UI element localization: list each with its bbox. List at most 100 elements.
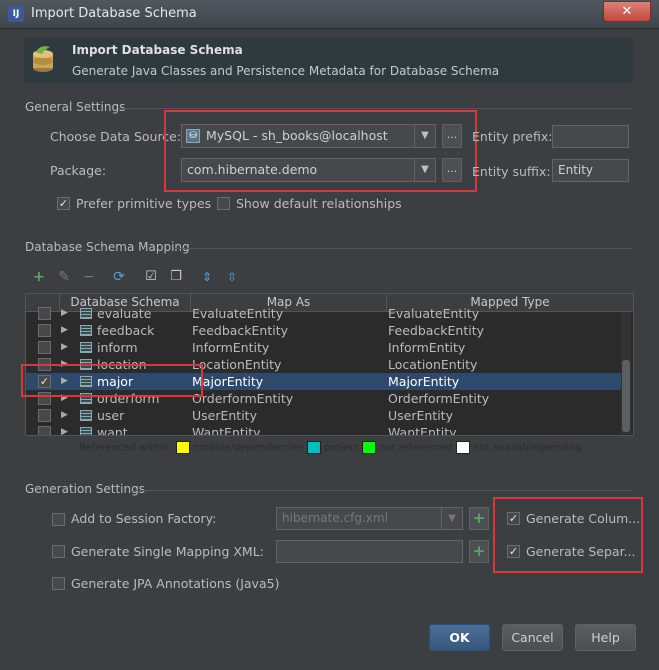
header-title: Import Database Schema <box>72 43 243 57</box>
expand-triangle-icon[interactable]: ▶ <box>61 424 68 435</box>
section-divider <box>118 108 633 109</box>
map-as-value[interactable]: MajorEntity <box>192 373 386 390</box>
table-row[interactable]: ▶ inform InformEntity InformEntity <box>26 339 622 356</box>
row-checkbox[interactable] <box>38 426 51 435</box>
session-factory-value: hibernate.cfg.xml <box>282 511 388 525</box>
add-session-factory-button[interactable]: + <box>469 507 489 530</box>
jpa-annotations-label: Generate JPA Annotations (Java5) <box>71 576 280 591</box>
general-settings-heading: General Settings <box>25 100 126 114</box>
table-row[interactable]: ▶ evaluate EvaluateEntity EvaluateEntity <box>26 305 622 322</box>
scrollbar-thumb[interactable] <box>622 360 630 432</box>
header-subtitle: Generate Java Classes and Persistence Me… <box>72 64 500 78</box>
row-checkbox[interactable] <box>38 341 51 354</box>
generate-separate-label: Generate Separ... <box>526 544 636 559</box>
schema-name: user <box>97 408 125 423</box>
table-icon <box>80 410 92 421</box>
mapped-type-value[interactable]: FeedbackEntity <box>388 322 622 339</box>
add-mapping-xml-button[interactable]: + <box>469 540 489 563</box>
chevron-down-icon: ▼ <box>441 508 462 529</box>
highlight-box <box>21 364 203 397</box>
uncheck-all-icon[interactable]: ❐ <box>168 269 184 285</box>
mapped-type-value[interactable]: MajorEntity <box>388 373 622 390</box>
entity-suffix-input[interactable]: Entity <box>552 159 629 182</box>
mapped-type-value[interactable]: InformEntity <box>388 339 622 356</box>
expand-all-icon[interactable]: ⇕ <box>199 269 215 285</box>
mapped-type-value[interactable]: OrderformEntity <box>388 390 622 407</box>
mapped-type-value[interactable]: UserEntity <box>388 407 622 424</box>
add-icon[interactable]: + <box>31 269 47 285</box>
mapped-type-value[interactable]: EvaluateEntity <box>388 305 622 322</box>
table-icon <box>80 325 92 336</box>
ok-button[interactable]: OK <box>429 624 490 651</box>
map-as-value[interactable]: EvaluateEntity <box>192 305 386 322</box>
section-divider <box>174 248 633 249</box>
single-mapping-xml-input[interactable] <box>276 540 463 563</box>
map-as-value[interactable]: OrderformEntity <box>192 390 386 407</box>
show-default-relationships-label: Show default relationships <box>236 196 402 211</box>
mapping-heading: Database Schema Mapping <box>25 240 190 254</box>
edit-icon[interactable]: ✎ <box>56 269 72 285</box>
entity-prefix-label: Entity prefix: <box>472 129 553 144</box>
legend-swatch-project <box>306 441 321 454</box>
expand-triangle-icon[interactable]: ▶ <box>61 305 68 322</box>
single-mapping-xml-checkbox[interactable] <box>52 545 65 558</box>
collapse-all-icon[interactable]: ⇳ <box>224 269 240 285</box>
prefer-primitive-checkbox[interactable]: ✓ <box>57 197 70 210</box>
table-icon <box>80 342 92 353</box>
generate-column-properties-label: Generate Colum... <box>526 511 641 526</box>
row-checkbox[interactable] <box>38 324 51 337</box>
mapped-type-value[interactable]: WantEntity <box>388 424 622 435</box>
window-title: Import Database Schema <box>31 6 197 21</box>
expand-triangle-icon[interactable]: ▶ <box>61 322 68 339</box>
legend-prefix: Referenced within: <box>79 442 173 454</box>
table-row[interactable]: ▶ want WantEntity WantEntity <box>26 424 622 436</box>
map-as-value[interactable]: WantEntity <box>192 424 386 435</box>
legend-swatch-not-available <box>455 441 470 454</box>
show-default-relationships-checkbox[interactable] <box>217 197 230 210</box>
expand-triangle-icon[interactable]: ▶ <box>61 339 68 356</box>
data-source-label: Choose Data Source: <box>50 129 182 144</box>
close-button[interactable]: ✕ <box>603 1 651 22</box>
legend-swatch-module <box>175 441 190 454</box>
mapped-type-value[interactable]: LocationEntity <box>388 356 622 373</box>
legend-swatch-not-referenced <box>361 441 376 454</box>
expand-triangle-icon[interactable]: ▶ <box>61 407 68 424</box>
refresh-icon[interactable]: ⟳ <box>111 269 127 285</box>
add-session-factory-checkbox[interactable] <box>52 513 65 526</box>
schema-name: inform <box>97 340 138 355</box>
prefer-primitive-label: Prefer primitive types <box>76 196 212 211</box>
database-schema-icon <box>33 46 53 72</box>
table-row[interactable]: ▶ user UserEntity UserEntity <box>26 407 622 424</box>
map-as-value[interactable]: LocationEntity <box>192 356 386 373</box>
package-label: Package: <box>50 163 107 178</box>
legend-label-project: project <box>324 442 359 454</box>
jpa-annotations-checkbox[interactable] <box>52 577 65 590</box>
check-all-icon[interactable]: ☑ <box>143 269 159 285</box>
generation-settings-heading: Generation Settings <box>25 482 145 496</box>
help-button[interactable]: Help <box>575 624 636 651</box>
schema-name: feedback <box>97 323 155 338</box>
generate-column-properties-checkbox[interactable]: ✓ <box>507 512 520 525</box>
legend-label-module: module/dependencies <box>192 442 304 454</box>
legend-label-not-referenced: not referenced <box>379 442 453 454</box>
schema-name: want <box>97 425 128 436</box>
map-as-value[interactable]: FeedbackEntity <box>192 322 386 339</box>
entity-prefix-input[interactable] <box>552 125 629 148</box>
remove-icon[interactable]: − <box>81 269 97 285</box>
session-factory-combo[interactable]: hibernate.cfg.xml ▼ <box>276 507 463 530</box>
legend-label-not-available: not available/pending <box>473 442 582 454</box>
entity-suffix-label: Entity suffix: <box>472 164 551 179</box>
map-as-value[interactable]: UserEntity <box>192 407 386 424</box>
highlight-box <box>164 110 477 192</box>
row-checkbox[interactable] <box>38 307 51 320</box>
table-icon <box>80 427 92 435</box>
schema-name: evaluate <box>97 306 152 321</box>
row-checkbox[interactable] <box>38 409 51 422</box>
reference-legend: Referenced within: module/dependencies p… <box>79 441 582 454</box>
table-icon <box>80 308 92 319</box>
single-mapping-xml-label: Generate Single Mapping XML: <box>71 544 264 559</box>
cancel-button[interactable]: Cancel <box>502 624 563 651</box>
table-row[interactable]: ▶ feedback FeedbackEntity FeedbackEntity <box>26 322 622 339</box>
map-as-value[interactable]: InformEntity <box>192 339 386 356</box>
generate-separate-checkbox[interactable]: ✓ <box>507 545 520 558</box>
